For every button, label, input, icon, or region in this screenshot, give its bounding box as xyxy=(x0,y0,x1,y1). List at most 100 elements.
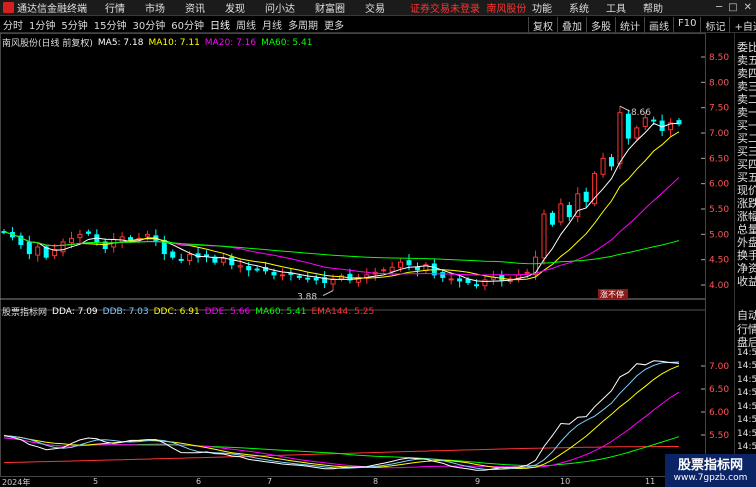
ema144-line xyxy=(3,446,679,464)
overlay-button[interactable]: 叠加 xyxy=(557,17,586,33)
period-more[interactable]: 更多 xyxy=(321,17,347,32)
login-notice[interactable]: 证券交易未登录 南风股份 xyxy=(410,0,526,15)
side-panel-item[interactable]: 14:50 xyxy=(737,361,756,371)
x-label: 6 xyxy=(196,477,202,486)
candle-body xyxy=(35,246,41,256)
sub-axis-label: 7.00 xyxy=(709,362,729,372)
sub-ma60-value: MA60: 5.41 xyxy=(255,306,307,317)
side-panel-item[interactable]: 14:50 xyxy=(737,375,756,385)
window-controls: ─ □ ✕ xyxy=(716,2,752,13)
price-axis-label: 4.50 xyxy=(709,256,729,266)
price-axis-label: 6.50 xyxy=(709,154,729,164)
price-axis-label: 8.00 xyxy=(709,78,729,88)
period-daily[interactable]: 日线 xyxy=(207,17,233,32)
x-label: 10 xyxy=(560,477,571,486)
menu-item-quote[interactable]: 市场 xyxy=(145,0,165,15)
sub-axis-label: 5.50 xyxy=(709,431,729,441)
stock-title[interactable]: 南风股份(日线 前复权) xyxy=(2,36,93,49)
menu-item-info[interactable]: 资讯 xyxy=(185,0,205,15)
x-label: 8 xyxy=(373,477,379,486)
quote-side-panel: 委比 卖五 卖四 卖三 卖二 卖一 买一 买二 买三 买四 买五 现价 涨跌 涨幅 总量 外盘 换手 净资 收益 自动… xyxy=(734,33,756,487)
menu-item-tools[interactable]: 工具 xyxy=(606,0,626,15)
right-menu: 功能 系统 工具 帮助 xyxy=(532,0,680,15)
candle-body xyxy=(296,275,302,278)
statistics-button[interactable]: 统计 xyxy=(615,17,644,33)
price-axis-label: 5.00 xyxy=(709,230,729,240)
period-15min[interactable]: 15分钟 xyxy=(91,17,130,32)
kline-chart[interactable]: 8.50 8.00 7.50 7.00 6.50 6.00 5.50 5.00 4.50 4.00… xyxy=(0,33,734,477)
side-panel-item[interactable]: 14:50 xyxy=(737,415,756,425)
period-weekly[interactable]: 周线 xyxy=(233,17,259,32)
ma10-value: MA10: 7.11 xyxy=(148,37,200,48)
side-panel-item[interactable]: 14:50 xyxy=(737,429,756,439)
candle-body xyxy=(381,269,387,272)
menu-item-wealth[interactable]: 财富圈 xyxy=(315,0,345,15)
multi-stock-button[interactable]: 多股 xyxy=(586,17,615,33)
mark-button[interactable]: 标记 xyxy=(700,17,729,33)
period-60min[interactable]: 60分钟 xyxy=(168,17,207,32)
maximize-icon[interactable]: □ xyxy=(728,2,737,13)
watermark-logo: 股票指标网 www.7gpzb.com xyxy=(665,454,756,487)
price-axis-label: 5.50 xyxy=(709,205,729,215)
draw-line-button[interactable]: 画线 xyxy=(644,17,673,33)
candle-body xyxy=(26,241,32,255)
add-watchlist-button[interactable]: +自选 xyxy=(729,17,756,33)
side-panel-item[interactable]: 14:50 xyxy=(737,388,756,398)
period-1min[interactable]: 1分钟 xyxy=(26,17,58,32)
price-axis-label: 7.50 xyxy=(709,104,729,114)
x-label: 2024年 xyxy=(2,478,31,487)
menu-item-discover[interactable]: 发现 xyxy=(225,0,245,15)
menu-item-market[interactable]: 行情 xyxy=(105,0,125,15)
restore-right-button[interactable]: 复权 xyxy=(528,17,557,33)
candle-body xyxy=(659,120,665,131)
candle-body xyxy=(651,119,657,122)
x-label: 7 xyxy=(267,477,273,486)
menu-item-trade[interactable]: 交易 xyxy=(365,0,385,15)
minimize-icon[interactable]: ─ xyxy=(716,2,722,13)
period-5min[interactable]: 5分钟 xyxy=(58,17,90,32)
period-intraday[interactable]: 分时 xyxy=(0,17,26,32)
candle-body xyxy=(398,261,404,268)
period-monthly[interactable]: 月线 xyxy=(259,17,285,32)
period-30min[interactable]: 30分钟 xyxy=(129,17,168,32)
candle-body xyxy=(465,278,471,283)
indicator-name[interactable]: 股票指标网 xyxy=(2,305,47,318)
dda-value: DDA: 7.09 xyxy=(52,306,98,317)
high-pointer xyxy=(619,105,631,112)
period-toolbar: 分时 1分钟 5分钟 15分钟 30分钟 60分钟 日线 周线 月线 多周期 更… xyxy=(0,17,756,33)
main-indicator-row: 南风股份(日线 前复权) MA5: 7.18 MA10: 7.11 MA20: … xyxy=(2,36,317,50)
period-multi[interactable]: 多周期 xyxy=(285,17,321,32)
f10-button[interactable]: F10 xyxy=(673,17,700,33)
x-label: 5 xyxy=(93,477,99,486)
candle-body xyxy=(229,256,235,266)
sub-axis-label: 6.00 xyxy=(709,408,729,418)
side-panel-item[interactable]: 14:50 xyxy=(737,348,756,358)
candle-body xyxy=(414,266,420,271)
menu-item-ask[interactable]: 问小达 xyxy=(265,0,295,15)
price-axis-label: 6.00 xyxy=(709,180,729,190)
menu-item-function[interactable]: 功能 xyxy=(532,0,552,15)
candle-body xyxy=(77,233,83,239)
ma5-value: MA5: 7.18 xyxy=(97,37,144,48)
candle-body xyxy=(279,274,285,277)
close-icon[interactable]: ✕ xyxy=(744,2,752,13)
candle-body xyxy=(583,191,589,202)
candle-body xyxy=(558,203,564,223)
ema144-value: EMA144: 5.25 xyxy=(311,306,375,317)
candle-body xyxy=(634,127,640,139)
side-panel-item[interactable]: 14:50 xyxy=(737,442,756,452)
menu-item-system[interactable]: 系统 xyxy=(569,0,589,15)
dde-line xyxy=(3,391,680,469)
candle-body xyxy=(170,251,176,258)
candle-body xyxy=(389,266,395,272)
date-axis: 2024年 5 6 7 8 9 10 11 xyxy=(0,477,732,487)
candle-body xyxy=(600,157,606,175)
candle-body xyxy=(69,237,74,244)
candle-body xyxy=(457,278,463,282)
candle-body xyxy=(246,266,252,271)
side-panel-item[interactable]: 收益 xyxy=(737,273,756,289)
low-price-label: 3.88 xyxy=(297,293,317,303)
candle-body xyxy=(474,284,479,287)
menu-item-help[interactable]: 帮助 xyxy=(643,0,663,15)
side-panel-item[interactable]: 14:50 xyxy=(737,402,756,412)
